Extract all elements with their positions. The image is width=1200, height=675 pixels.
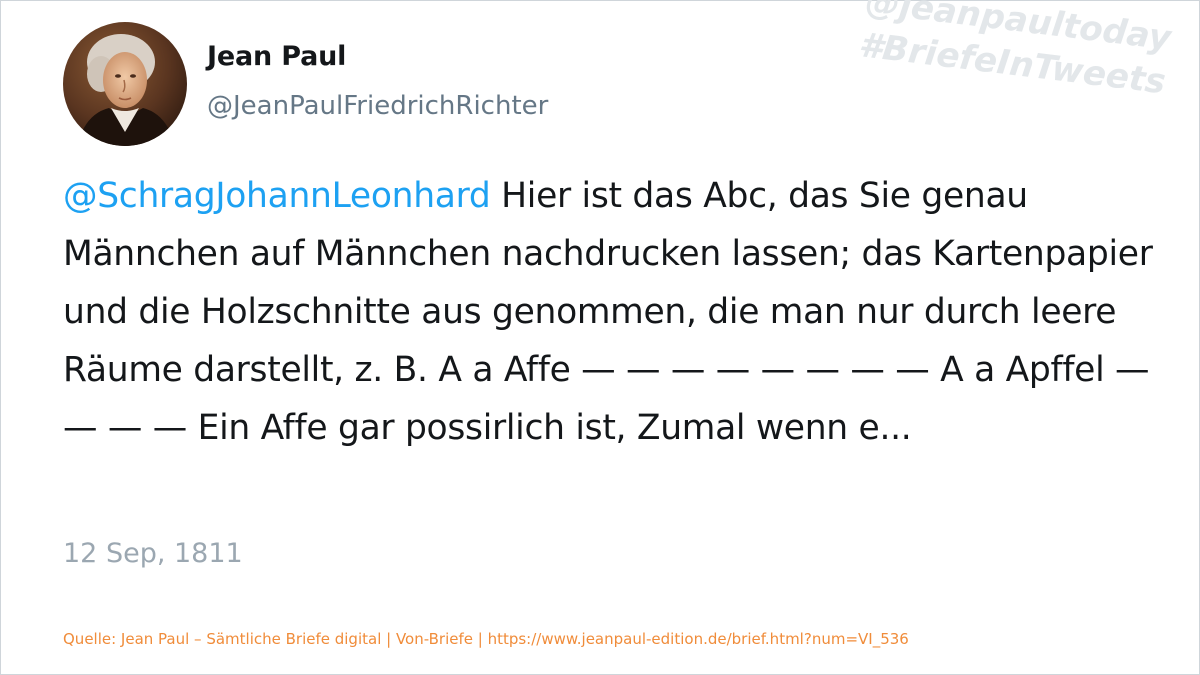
source-attribution: Quelle: Jean Paul – Sämtliche Briefe dig…: [63, 630, 909, 648]
tweet-card: Jean Paul @JeanPaulFriedrichRichter @jea…: [0, 0, 1200, 675]
tweet-date[interactable]: 12 Sep, 1811: [63, 538, 243, 569]
mention-link[interactable]: @SchragJohannLeonhard: [63, 176, 491, 216]
avatar[interactable]: [63, 22, 187, 146]
tweet-text: @SchragJohannLeonhard Hier ist das Abc, …: [63, 167, 1163, 457]
tweet-body: Hier ist das Abc, das Sie genau Männchen…: [63, 176, 1153, 448]
watermark: @jeanpaultoday #BriefeInTweets: [856, 0, 1173, 104]
author-name[interactable]: Jean Paul: [207, 41, 346, 72]
author-handle[interactable]: @JeanPaulFriedrichRichter: [207, 91, 548, 121]
portrait-image: [63, 22, 187, 146]
